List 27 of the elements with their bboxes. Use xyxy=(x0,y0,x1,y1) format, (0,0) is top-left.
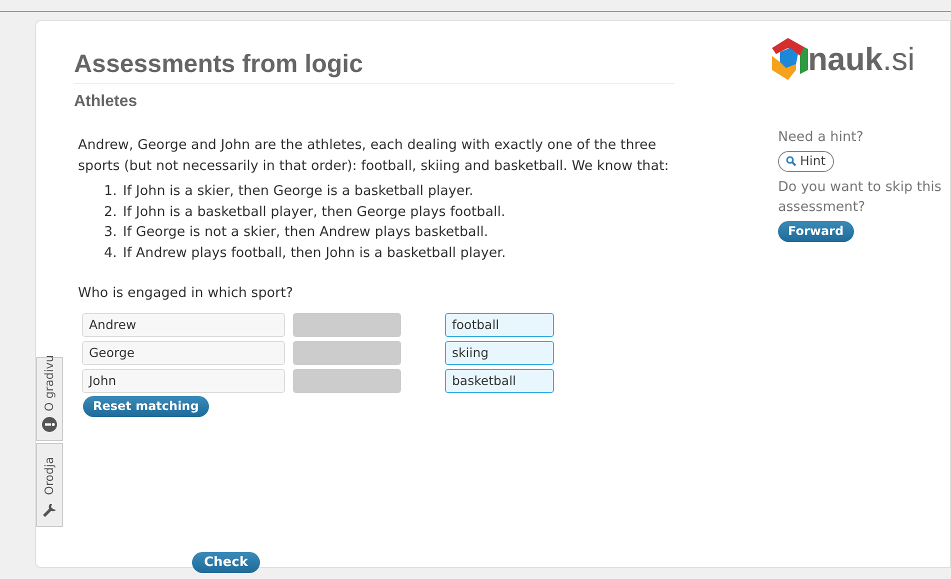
sport-item[interactable]: skiing xyxy=(445,341,554,366)
person-item[interactable]: John xyxy=(82,369,285,394)
logo-text: nauk.si xyxy=(808,40,915,79)
forward-button[interactable]: Forward xyxy=(778,220,854,242)
skip-prompt: Do you want to skip this assessment? xyxy=(778,178,942,217)
reset-matching-button[interactable]: Reset matching xyxy=(83,396,209,418)
clue-text: If George is not a skier, then Andrew plays basketball. xyxy=(122,223,488,242)
check-button[interactable]: Check xyxy=(192,552,260,574)
page-title: Assessments from logic xyxy=(74,49,674,84)
assessment-title: Athletes xyxy=(74,92,138,112)
sport-item[interactable]: football xyxy=(445,313,554,338)
list-number: 4. xyxy=(104,244,117,263)
intro-paragraph: Andrew, George and John are the athletes, each dealing with exactly one of the three sports (but not necessarily in that order): football, skiing and basketball. We know that: xyxy=(78,136,670,176)
question-text: Who is engaged in which sport? xyxy=(78,284,294,304)
list-number: 3. xyxy=(104,223,117,242)
person-item[interactable]: Andrew xyxy=(82,313,285,338)
clue-text: If John is a basketball player, then George plays football. xyxy=(122,202,506,222)
sport-item[interactable]: basketball xyxy=(445,369,554,394)
clue-text: If Andrew plays football, then John is a basketball player. xyxy=(122,244,506,263)
list-number: 2. xyxy=(104,202,117,222)
hint-prompt: Need a hint? xyxy=(778,128,864,147)
side-tab[interactable]: Orodja xyxy=(36,443,63,527)
person-item[interactable]: George xyxy=(82,341,285,366)
list-number: 1. xyxy=(104,182,117,202)
side-tab[interactable]: O gradivu xyxy=(36,357,63,441)
clue-text: If John is a skier, then George is a basketball player. xyxy=(122,182,474,202)
hint-button[interactable]: Hint xyxy=(778,151,834,172)
